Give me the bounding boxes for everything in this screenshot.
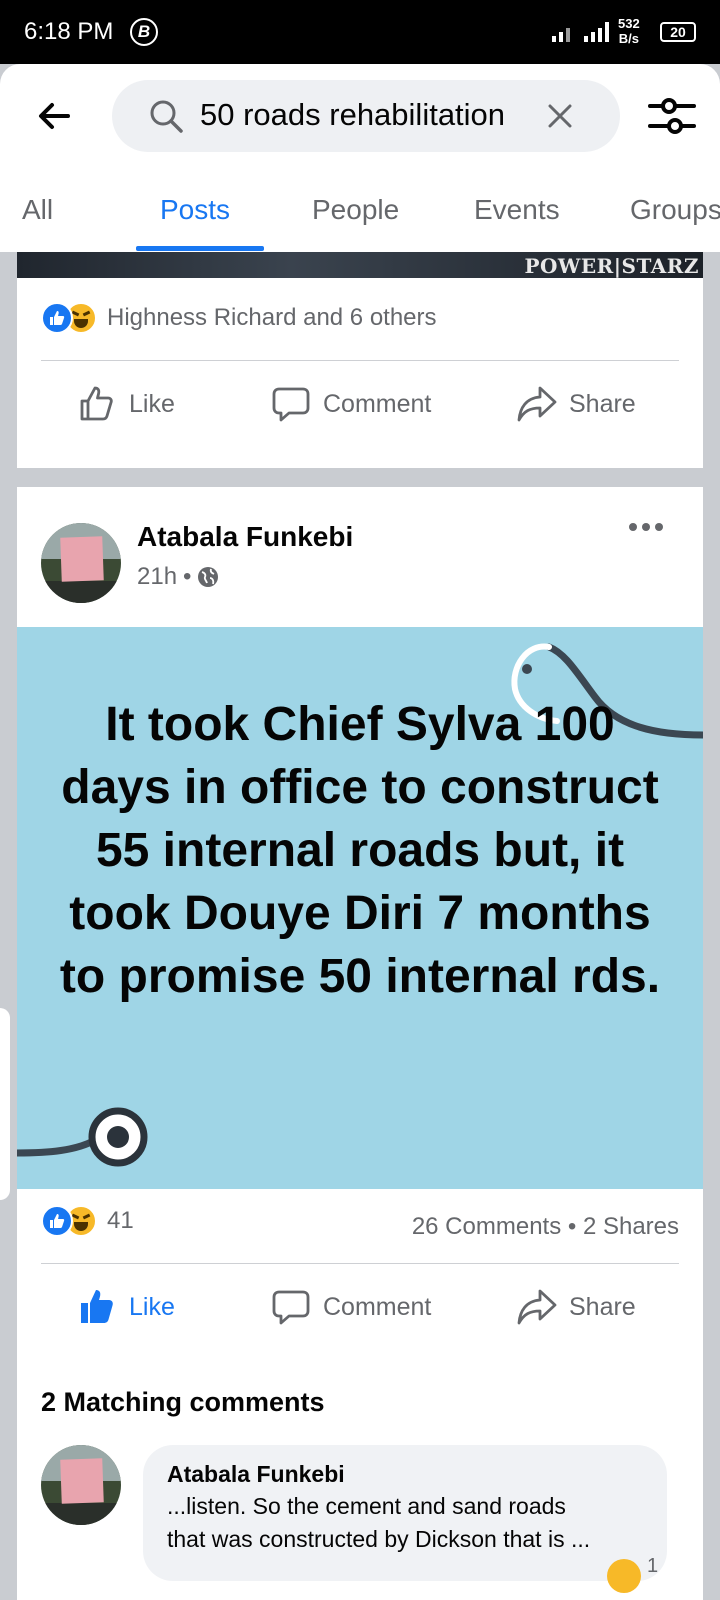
side-edge-handle[interactable] — [0, 1006, 12, 1202]
comment-label: Comment — [323, 1292, 432, 1321]
image-watermark: POWER|STARZ — [524, 254, 699, 278]
tab-people[interactable]: People — [312, 194, 399, 226]
comment-button[interactable]: Comment — [271, 1287, 431, 1327]
globe-icon — [198, 567, 219, 587]
comment-icon — [272, 387, 310, 422]
comment-icon — [272, 1290, 310, 1325]
search-tabs: All Posts People Events Groups — [0, 180, 720, 252]
comment-reaction-icon — [607, 1559, 641, 1593]
comment-text-line-2: that was constructed by Dickson that is … — [167, 1526, 591, 1552]
comment-button[interactable]: Comment — [271, 384, 431, 424]
like-button[interactable]: Like — [77, 384, 175, 424]
post-text-banner[interactable]: It took Chief Sylva 100 days in office t… — [17, 627, 703, 1189]
share-button[interactable]: Share — [517, 1287, 636, 1327]
post-card: Atabala Funkebi 21h • It took Chief Sylv… — [17, 487, 703, 1600]
post-reactions[interactable]: 41 — [41, 1205, 134, 1237]
active-tab-indicator — [136, 246, 264, 251]
like-label: Like — [129, 1292, 175, 1321]
status-time: 6:18 PM — [24, 18, 114, 45]
post-author[interactable]: Atabala Funkebi — [137, 521, 353, 553]
like-button[interactable]: Like — [77, 1287, 175, 1327]
share-icon — [517, 1289, 557, 1325]
post-text: It took Chief Sylva 100 days in office t… — [59, 698, 661, 1003]
tab-events[interactable]: Events — [474, 194, 560, 226]
comment-text-line-1: ...listen. So the cement and sand roads — [167, 1493, 566, 1519]
previous-post-image[interactable]: POWER|STARZ — [17, 252, 703, 278]
comment-bubble[interactable]: Atabala Funkebi ...listen. So the cement… — [143, 1445, 667, 1581]
reaction-count: 41 — [107, 1207, 134, 1234]
post-time[interactable]: 21h — [137, 563, 177, 591]
search-input[interactable]: 50 roads rehabilitation — [112, 80, 620, 152]
share-button[interactable]: Share — [517, 384, 636, 424]
signal-icon — [552, 18, 609, 42]
matching-comments-heading: 2 Matching comments — [41, 1387, 325, 1417]
previous-post-reactions[interactable]: Highness Richard and 6 others — [41, 302, 437, 334]
search-query-text[interactable]: 50 roads rehabilitation — [200, 97, 505, 133]
battery-icon: 20 — [660, 22, 696, 42]
more-options-icon[interactable] — [629, 523, 665, 535]
comments-shares-count[interactable]: 26 Comments • 2 Shares — [412, 1213, 679, 1241]
like-reaction-icon — [41, 302, 73, 334]
share-icon — [517, 386, 557, 422]
tab-all[interactable]: All — [22, 194, 53, 226]
b-app-icon: B — [130, 18, 158, 46]
post-meta: 21h • — [137, 563, 219, 591]
filter-settings-icon[interactable] — [648, 96, 696, 136]
like-label: Like — [129, 389, 175, 418]
network-speed: 532 B/s — [618, 16, 640, 46]
like-filled-icon — [81, 1290, 113, 1323]
clear-search-icon[interactable] — [544, 100, 576, 132]
status-bar: 6:18 PM B 532 B/s 20 — [0, 0, 720, 64]
tab-posts[interactable]: Posts — [160, 194, 230, 226]
divider — [41, 1263, 679, 1264]
previous-post-card: POWER|STARZ Highness Richard and 6 other… — [17, 252, 703, 468]
commenter-avatar[interactable] — [41, 1445, 121, 1525]
share-label: Share — [569, 389, 636, 418]
meta-separator: • — [183, 563, 192, 590]
comment-reaction-count: 1 — [647, 1555, 659, 1577]
divider — [41, 360, 679, 361]
comment-label: Comment — [323, 389, 432, 418]
author-avatar[interactable] — [41, 523, 121, 603]
like-icon — [80, 386, 113, 421]
tab-groups[interactable]: Groups — [630, 194, 720, 226]
like-reaction-icon — [41, 1205, 73, 1237]
back-arrow-icon[interactable] — [34, 96, 74, 136]
search-icon — [150, 100, 183, 133]
comment-author[interactable]: Atabala Funkebi — [167, 1461, 643, 1488]
share-label: Share — [569, 1292, 636, 1321]
reaction-summary: Highness Richard and 6 others — [107, 304, 437, 331]
